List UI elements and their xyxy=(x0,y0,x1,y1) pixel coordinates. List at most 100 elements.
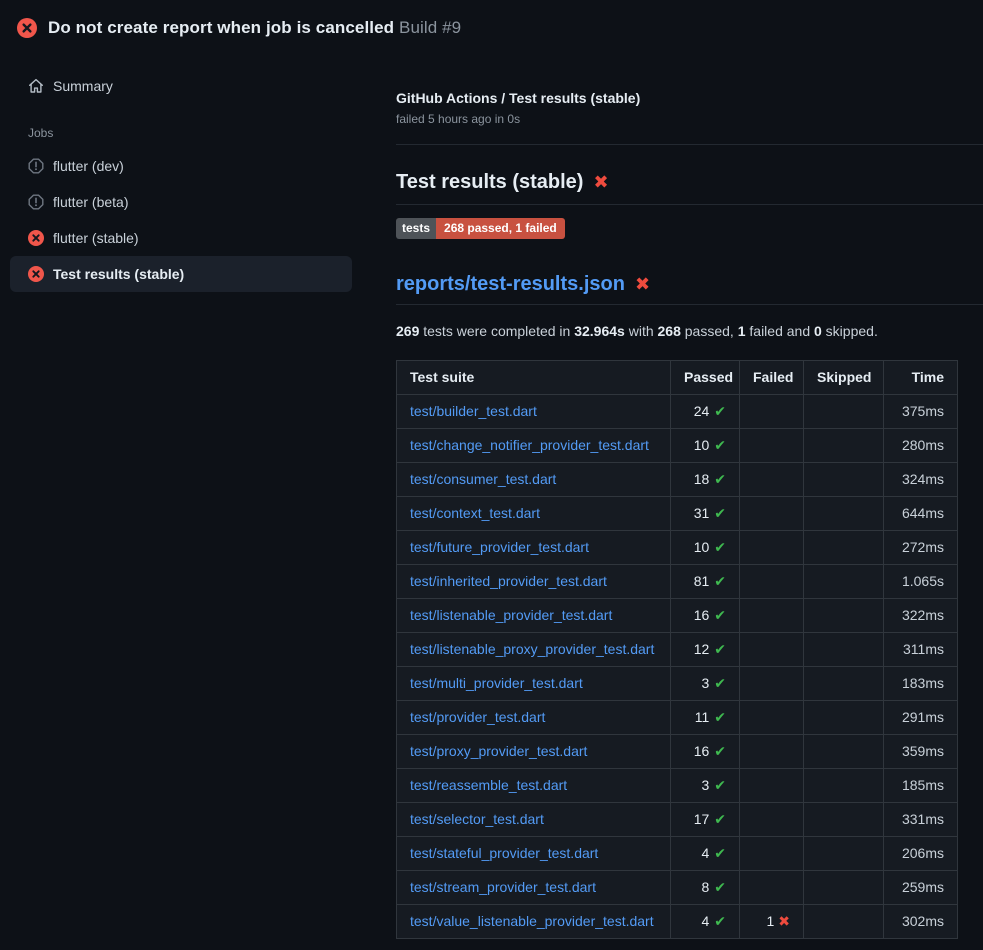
badge-value: 268 passed, 1 failed xyxy=(436,218,565,239)
sidebar-item-test-results-stable[interactable]: Test results (stable) xyxy=(10,256,352,292)
suite-cell: test/inherited_provider_test.dart xyxy=(397,565,671,599)
skipped-cell xyxy=(804,871,884,905)
sidebar-item-flutter-dev[interactable]: flutter (dev) xyxy=(10,148,352,184)
skipped-cell xyxy=(804,395,884,429)
table-row: test/listenable_provider_test.dart 16✔ 322… xyxy=(397,599,958,633)
time-cell: 206ms xyxy=(884,837,958,871)
time-cell: 280ms xyxy=(884,429,958,463)
suite-cell: test/selector_test.dart xyxy=(397,803,671,837)
suite-cell: test/change_notifier_provider_test.dart xyxy=(397,429,671,463)
failed-cell: 1✖ xyxy=(740,905,804,939)
test-suite-link[interactable]: test/builder_test.dart xyxy=(410,403,537,419)
test-suite-link[interactable]: test/listenable_provider_test.dart xyxy=(410,607,612,623)
suite-cell: test/future_provider_test.dart xyxy=(397,531,671,565)
column-header-test-suite: Test suite xyxy=(397,361,671,395)
test-suite-link[interactable]: test/provider_test.dart xyxy=(410,709,545,725)
column-header-failed: Failed xyxy=(740,361,804,395)
suite-cell: test/reassemble_test.dart xyxy=(397,769,671,803)
passed-cell: 8✔ xyxy=(671,871,740,905)
test-suite-link[interactable]: test/reassemble_test.dart xyxy=(410,777,567,793)
test-suite-link[interactable]: test/selector_test.dart xyxy=(410,811,544,827)
failed-cell xyxy=(740,701,804,735)
skipped-cell xyxy=(804,633,884,667)
summary-number: 268 xyxy=(658,323,681,339)
failed-cell xyxy=(740,463,804,497)
passed-count: 4 xyxy=(701,913,709,929)
passed-count: 18 xyxy=(694,471,710,487)
check-icon: ✔ xyxy=(714,675,726,691)
divider xyxy=(396,144,983,145)
badge-label: tests xyxy=(396,218,436,239)
passed-cell: 31✔ xyxy=(671,497,740,531)
test-suite-link[interactable]: test/context_test.dart xyxy=(410,505,540,521)
x-icon: ✖ xyxy=(778,913,790,929)
build-header: Do not create report when job is cancell… xyxy=(0,0,983,52)
table-row: test/consumer_test.dart18✔324ms xyxy=(397,463,958,497)
failed-cell xyxy=(740,531,804,565)
skipped-cell xyxy=(804,463,884,497)
table-row: test/builder_test.dart24✔375ms xyxy=(397,395,958,429)
failed-cell xyxy=(740,429,804,463)
summary-text: skipped. xyxy=(822,323,878,339)
column-header-passed: Passed xyxy=(671,361,740,395)
time-cell: 259ms xyxy=(884,871,958,905)
test-suite-link[interactable]: test/change_notifier_provider_test.dart xyxy=(410,437,649,453)
failed-cross-icon: ✖ xyxy=(593,173,608,191)
summary-number: 269 xyxy=(396,323,419,339)
table-header-row: Test suitePassedFailedSkippedTime xyxy=(397,361,958,395)
passed-count: 24 xyxy=(694,403,710,419)
time-cell: 302ms xyxy=(884,905,958,939)
skipped-cell xyxy=(804,429,884,463)
passed-count: 12 xyxy=(694,641,710,657)
skipped-cell xyxy=(804,735,884,769)
suite-cell: test/builder_test.dart xyxy=(397,395,671,429)
sidebar-item-label: flutter (stable) xyxy=(53,230,139,246)
sidebar-jobs: flutter (dev) flutter (beta) flutter (stab… xyxy=(0,148,396,292)
section-heading-text: Test results (stable) xyxy=(396,169,583,195)
suite-cell: test/multi_provider_test.dart xyxy=(397,667,671,701)
test-suite-link[interactable]: test/inherited_provider_test.dart xyxy=(410,573,607,589)
sidebar-item-flutter-beta[interactable]: flutter (beta) xyxy=(10,184,352,220)
time-cell: 1.065s xyxy=(884,565,958,599)
summary-number: 32.964s xyxy=(574,323,625,339)
sidebar-item-flutter-stable[interactable]: flutter (stable) xyxy=(10,220,352,256)
test-suite-link[interactable]: test/stream_provider_test.dart xyxy=(410,879,596,895)
table-row: test/inherited_provider_test.dart 81✔ 1.06… xyxy=(397,565,958,599)
passed-cell: 4✔ xyxy=(671,837,740,871)
column-header-skipped: Skipped xyxy=(804,361,884,395)
sidebar-item-summary[interactable]: Summary xyxy=(10,68,352,104)
passed-cell: 17✔ xyxy=(671,803,740,837)
skipped-cell xyxy=(804,531,884,565)
table-row: test/value_listenable_provider_test.dart… xyxy=(397,905,958,939)
time-cell: 183ms xyxy=(884,667,958,701)
skipped-cell xyxy=(804,769,884,803)
jobs-sidebar: Summary Jobs flutter (dev) flutter (beta)… xyxy=(0,52,396,292)
failed-cross-icon: ✖ xyxy=(635,275,650,293)
summary-text: with xyxy=(625,323,658,339)
test-suite-link[interactable]: test/consumer_test.dart xyxy=(410,471,556,487)
skipped-cell xyxy=(804,667,884,701)
test-suite-link[interactable]: test/multi_provider_test.dart xyxy=(410,675,583,691)
suite-cell: test/listenable_proxy_provider_test.dart xyxy=(397,633,671,667)
table-row: test/multi_provider_test.dart3✔183ms xyxy=(397,667,958,701)
skipped-cell xyxy=(804,497,884,531)
check-run-title: GitHub Actions / Test results (stable) xyxy=(396,88,983,108)
check-icon: ✔ xyxy=(714,777,726,793)
time-cell: 322ms xyxy=(884,599,958,633)
suite-cell: test/consumer_test.dart xyxy=(397,463,671,497)
check-run-panel: GitHub Actions / Test results (stable) f… xyxy=(396,52,983,939)
summary-text: tests were completed in xyxy=(419,323,574,339)
time-cell: 644ms xyxy=(884,497,958,531)
test-suite-link[interactable]: test/stateful_provider_test.dart xyxy=(410,845,598,861)
passed-cell: 81✔ xyxy=(671,565,740,599)
test-suite-link[interactable]: test/proxy_provider_test.dart xyxy=(410,743,587,759)
test-suite-link[interactable]: test/listenable_proxy_provider_test.dart xyxy=(410,641,654,657)
table-row: test/listenable_proxy_provider_test.dart… xyxy=(397,633,958,667)
test-suite-link[interactable]: test/value_listenable_provider_test.dart xyxy=(410,913,654,929)
passed-cell: 16✔ xyxy=(671,599,740,633)
jobs-section-label: Jobs xyxy=(10,120,352,148)
test-suite-link[interactable]: test/future_provider_test.dart xyxy=(410,539,589,555)
report-file-link[interactable]: reports/test-results.json xyxy=(396,271,625,297)
sidebar-item-label: flutter (dev) xyxy=(53,158,124,174)
suite-cell: test/stream_provider_test.dart xyxy=(397,871,671,905)
